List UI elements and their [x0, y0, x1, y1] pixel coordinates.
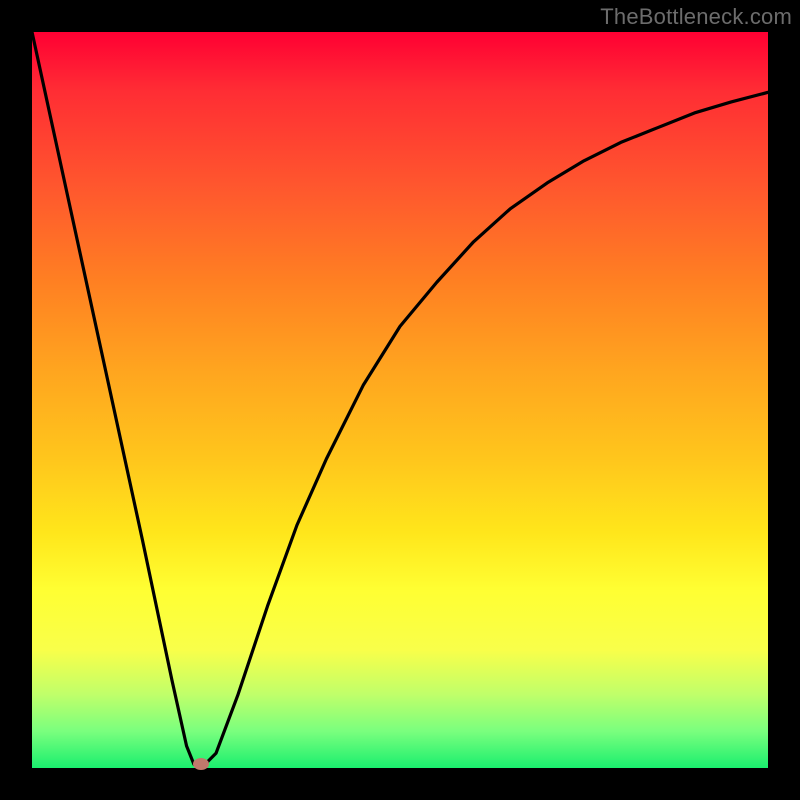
curve-path: [32, 32, 768, 768]
watermark-text: TheBottleneck.com: [600, 4, 792, 30]
chart-container: TheBottleneck.com: [0, 0, 800, 800]
curve-svg: [32, 32, 768, 768]
bottleneck-marker: [193, 758, 209, 770]
plot-area: [32, 32, 768, 768]
